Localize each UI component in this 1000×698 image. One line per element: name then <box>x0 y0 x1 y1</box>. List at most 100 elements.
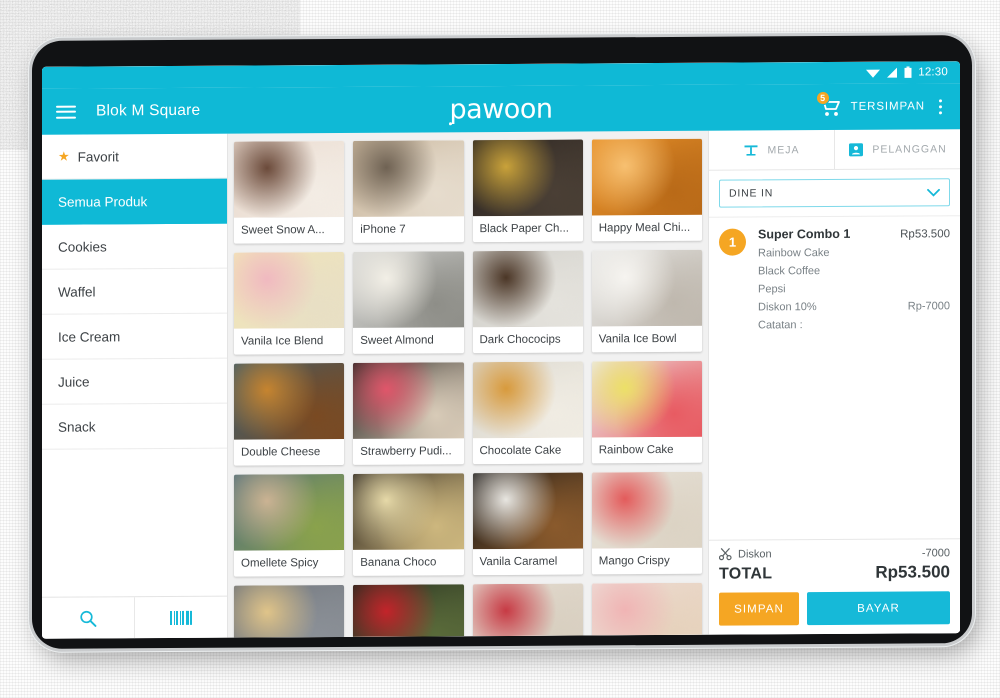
summary-discount-label: Diskon <box>738 547 772 561</box>
product-card[interactable]: Mango Crispy <box>591 471 702 575</box>
product-thumbnail <box>353 584 464 638</box>
product-card[interactable]: Rainbow Cake <box>591 360 702 464</box>
product-card[interactable]: Black Paper Ch... <box>472 139 583 243</box>
product-card[interactable] <box>234 584 345 638</box>
order-item-list: 1 Super Combo 1 Rp53.500 Rainbow Cake Bl… <box>709 215 960 540</box>
order-item-component: Pepsi <box>758 283 786 296</box>
hamburger-menu-icon[interactable] <box>56 102 76 122</box>
product-card[interactable]: iPhone 7 <box>353 140 464 243</box>
scissors-icon <box>719 548 732 561</box>
kebab-menu-icon[interactable] <box>935 95 946 118</box>
product-card[interactable]: Dark Chococips <box>472 250 583 354</box>
order-item-note[interactable]: Catatan : <box>758 318 950 331</box>
product-thumbnail <box>234 584 345 638</box>
order-item-discount-label: Diskon 10% <box>758 301 817 314</box>
sidebar-item-label: Ice Cream <box>58 328 121 345</box>
saved-label[interactable]: TERSIMPAN <box>851 100 925 112</box>
product-name: Vanila Ice Bowl <box>598 332 677 346</box>
sidebar-footer <box>42 595 227 639</box>
sidebar-item-cookies[interactable]: Cookies <box>42 223 227 270</box>
order-item[interactable]: 1 Super Combo 1 Rp53.500 Rainbow Cake Bl… <box>709 226 960 338</box>
product-name: Double Cheese <box>241 446 321 459</box>
product-name: Black Paper Ch... <box>479 222 569 236</box>
sidebar-item-label: Cookies <box>58 238 107 255</box>
battery-icon <box>904 66 912 78</box>
chevron-down-icon <box>927 188 940 197</box>
main-body: ★ Favorit Semua Produk Cookies Waffel Ic… <box>42 129 960 639</box>
tab-label: PELANGGAN <box>872 142 947 156</box>
saved-orders-button[interactable]: 5 <box>815 90 841 117</box>
order-item-info: Super Combo 1 Rp53.500 Rainbow Cake Blac… <box>758 226 950 332</box>
product-name: Happy Meal Chi... <box>598 221 691 235</box>
product-thumbnail <box>353 473 464 550</box>
sidebar-item-snack[interactable]: Snack <box>42 403 227 450</box>
product-card[interactable]: Vanila Ice Bowl <box>591 249 702 353</box>
product-card[interactable] <box>353 584 464 638</box>
sidebar-item-ice-cream[interactable]: Ice Cream <box>42 313 227 360</box>
product-card[interactable]: Vanila Caramel <box>472 472 583 576</box>
tablet-screen-area: 12:30 Blok M Square pawoon 5 TERSIMPAN ★… <box>42 61 960 639</box>
brand-text: pawoon <box>449 93 553 125</box>
pay-button[interactable]: BAYAR <box>807 591 950 626</box>
product-card[interactable]: Banana Choco <box>353 473 464 576</box>
order-actions: SIMPAN BAYAR <box>719 591 950 626</box>
summary-total-row: TOTAL Rp53.500 <box>719 562 950 583</box>
order-type-value: DINE IN <box>729 187 774 200</box>
star-icon: ★ <box>58 148 70 164</box>
tab-pelanggan[interactable]: PELANGGAN <box>834 129 960 169</box>
summary-discount-left: Diskon <box>719 547 772 561</box>
product-name: Sweet Almond <box>360 334 434 347</box>
product-card[interactable]: Vanila Ice Blend <box>234 251 345 355</box>
product-name: Mango Crispy <box>598 554 670 568</box>
order-item-qty: 1 <box>719 228 746 256</box>
total-label: TOTAL <box>719 565 773 583</box>
signal-icon <box>887 67 898 78</box>
product-card[interactable]: Strawberry Pudi... <box>353 362 464 465</box>
product-thumbnail <box>353 251 464 328</box>
order-item-component: Black Coffee <box>758 265 821 278</box>
sidebar-item-semua-produk[interactable]: Semua Produk <box>42 178 227 225</box>
product-thumbnail <box>234 251 345 329</box>
product-thumbnail <box>472 361 583 439</box>
product-thumbnail <box>472 139 583 217</box>
order-item-price: Rp53.500 <box>900 228 950 241</box>
product-thumbnail <box>591 582 702 638</box>
product-card[interactable] <box>591 582 702 638</box>
table-icon <box>744 144 758 156</box>
product-name: Banana Choco <box>360 556 437 569</box>
order-type-select[interactable]: DINE IN <box>719 178 950 208</box>
sidebar-item-favorit[interactable]: ★ Favorit <box>42 133 227 180</box>
product-card[interactable] <box>472 583 583 638</box>
product-card[interactable]: Sweet Almond <box>353 251 464 354</box>
product-thumbnail <box>591 360 702 438</box>
product-name: Chocolate Cake <box>479 444 562 458</box>
tab-label: MEJA <box>767 143 800 156</box>
product-thumbnail <box>591 249 702 327</box>
product-card[interactable]: Chocolate Cake <box>472 361 583 465</box>
product-card[interactable]: Sweet Snow A... <box>234 140 345 244</box>
product-thumbnail <box>472 472 583 550</box>
product-card[interactable]: Double Cheese <box>234 362 345 466</box>
summary-discount-row[interactable]: Diskon -7000 <box>719 546 950 561</box>
barcode-scanner-icon <box>170 610 192 625</box>
order-tabs: MEJA PELANGGAN <box>709 129 960 171</box>
product-card[interactable]: Omellete Spicy <box>234 473 345 577</box>
sidebar-item-label: Favorit <box>77 148 119 165</box>
category-list: ★ Favorit Semua Produk Cookies Waffel Ic… <box>42 133 227 597</box>
sidebar-item-waffel[interactable]: Waffel <box>42 268 227 315</box>
product-thumbnail <box>353 362 464 439</box>
product-thumbnail <box>591 138 702 216</box>
product-name: iPhone 7 <box>360 223 406 236</box>
wifi-icon <box>866 69 881 78</box>
product-name: Vanila Ice Blend <box>241 335 324 348</box>
product-grid-container[interactable]: Sweet Snow A... iPhone 7 Black Paper Ch...… <box>228 130 708 638</box>
search-button[interactable] <box>42 597 134 639</box>
product-thumbnail <box>234 473 345 551</box>
barcode-scan-button[interactable] <box>134 596 227 639</box>
sidebar-item-juice[interactable]: Juice <box>42 358 227 405</box>
product-thumbnail <box>591 471 702 549</box>
product-card[interactable]: Happy Meal Chi... <box>591 138 702 242</box>
tab-meja[interactable]: MEJA <box>709 130 834 170</box>
order-panel: MEJA PELANGGAN DINE IN 1 Super Combo 1 R… <box>708 129 960 635</box>
save-button[interactable]: SIMPAN <box>719 592 799 626</box>
